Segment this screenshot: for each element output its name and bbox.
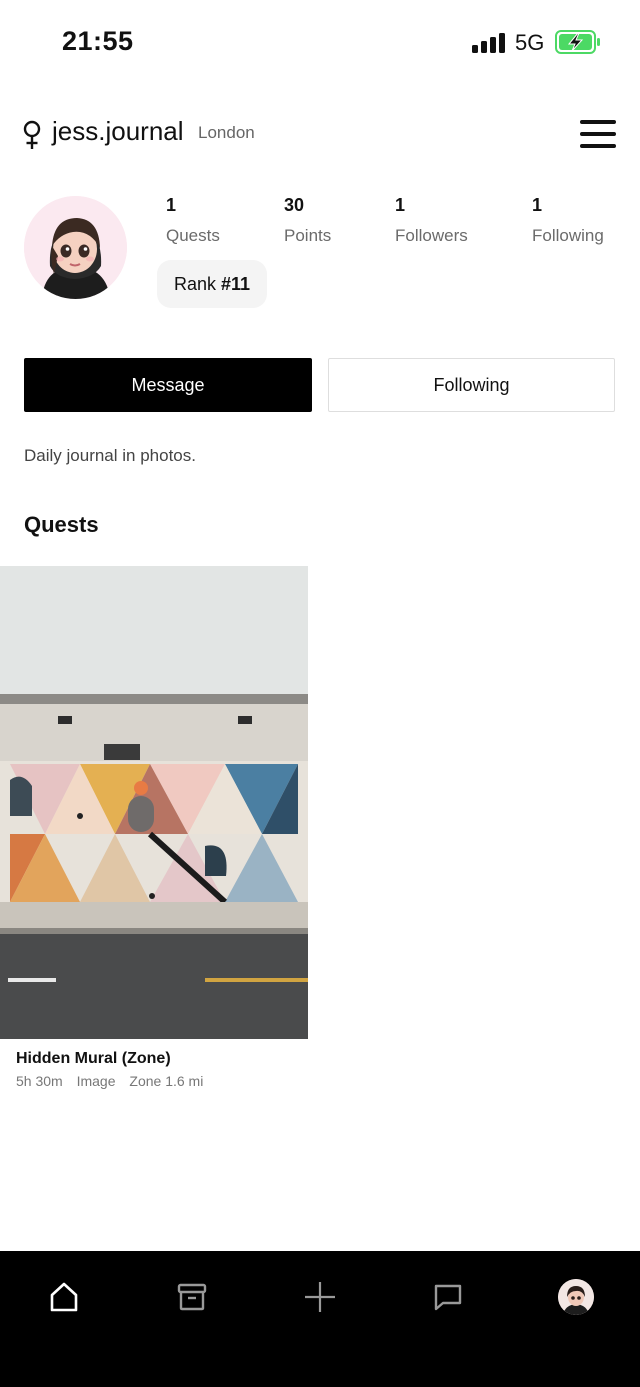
stat-value: 30: [284, 195, 305, 215]
status-bar: 21:55 5G: [0, 0, 640, 88]
stat-points[interactable]: 30 Points: [284, 195, 331, 246]
username: jess.journal: [52, 116, 184, 146]
rank-prefix: Rank: [173, 273, 221, 294]
stat-followers[interactable]: 1 Followers: [395, 195, 468, 246]
profile-bio: Daily journal in photos.: [24, 446, 196, 465]
bottom-nav: [0, 1251, 640, 1387]
status-time: 21:55: [62, 26, 134, 56]
profile-avatar[interactable]: [24, 196, 127, 299]
quest-title: Hidden Mural (Zone): [16, 1050, 171, 1067]
quest-zone: Zone 1.6 mi: [129, 1073, 204, 1089]
quest-meta: 5h 30m Image Zone 1.6 mi: [16, 1073, 213, 1089]
stat-value: 1: [532, 195, 543, 215]
stat-label: Following: [532, 226, 604, 245]
rank-value: #11: [220, 273, 251, 294]
signal-icon: [472, 33, 506, 53]
stat-value: 1: [395, 195, 406, 215]
profile-header: jess.journal London: [0, 108, 640, 160]
network-type: 5G: [515, 30, 545, 55]
quests-section-title: Quests: [24, 512, 99, 537]
plus-icon[interactable]: [296, 1273, 344, 1321]
quest-card[interactable]: Hidden Mural (Zone) 5h 30m Image Zone 1.…: [0, 566, 308, 1106]
stat-quests[interactable]: 1 Quests: [166, 195, 220, 246]
nav-avatar-image: [558, 1279, 594, 1315]
archive-icon[interactable]: [168, 1273, 216, 1321]
home-icon[interactable]: [40, 1273, 88, 1321]
quest-type: Image: [76, 1073, 116, 1089]
stat-following[interactable]: 1 Following: [532, 195, 604, 246]
battery-charging-icon: [555, 30, 600, 54]
stat-value: 1: [166, 195, 177, 215]
profile-avatar[interactable]: [552, 1273, 600, 1321]
location-label: London: [198, 123, 255, 142]
quest-image-mural: [0, 566, 308, 1039]
stat-label: Points: [284, 226, 332, 245]
chat-icon[interactable]: [424, 1273, 472, 1321]
hamburger-menu-icon[interactable]: [580, 120, 616, 148]
message-button[interactable]: Message: [24, 358, 312, 412]
quest-duration: 5h 30m: [16, 1073, 63, 1089]
following-button[interactable]: Following: [328, 358, 615, 412]
stat-label: Followers: [395, 226, 468, 245]
rank-badge[interactable]: Rank #11: [157, 260, 267, 308]
female-gender-icon: [23, 120, 41, 149]
stat-label: Quests: [166, 226, 220, 245]
